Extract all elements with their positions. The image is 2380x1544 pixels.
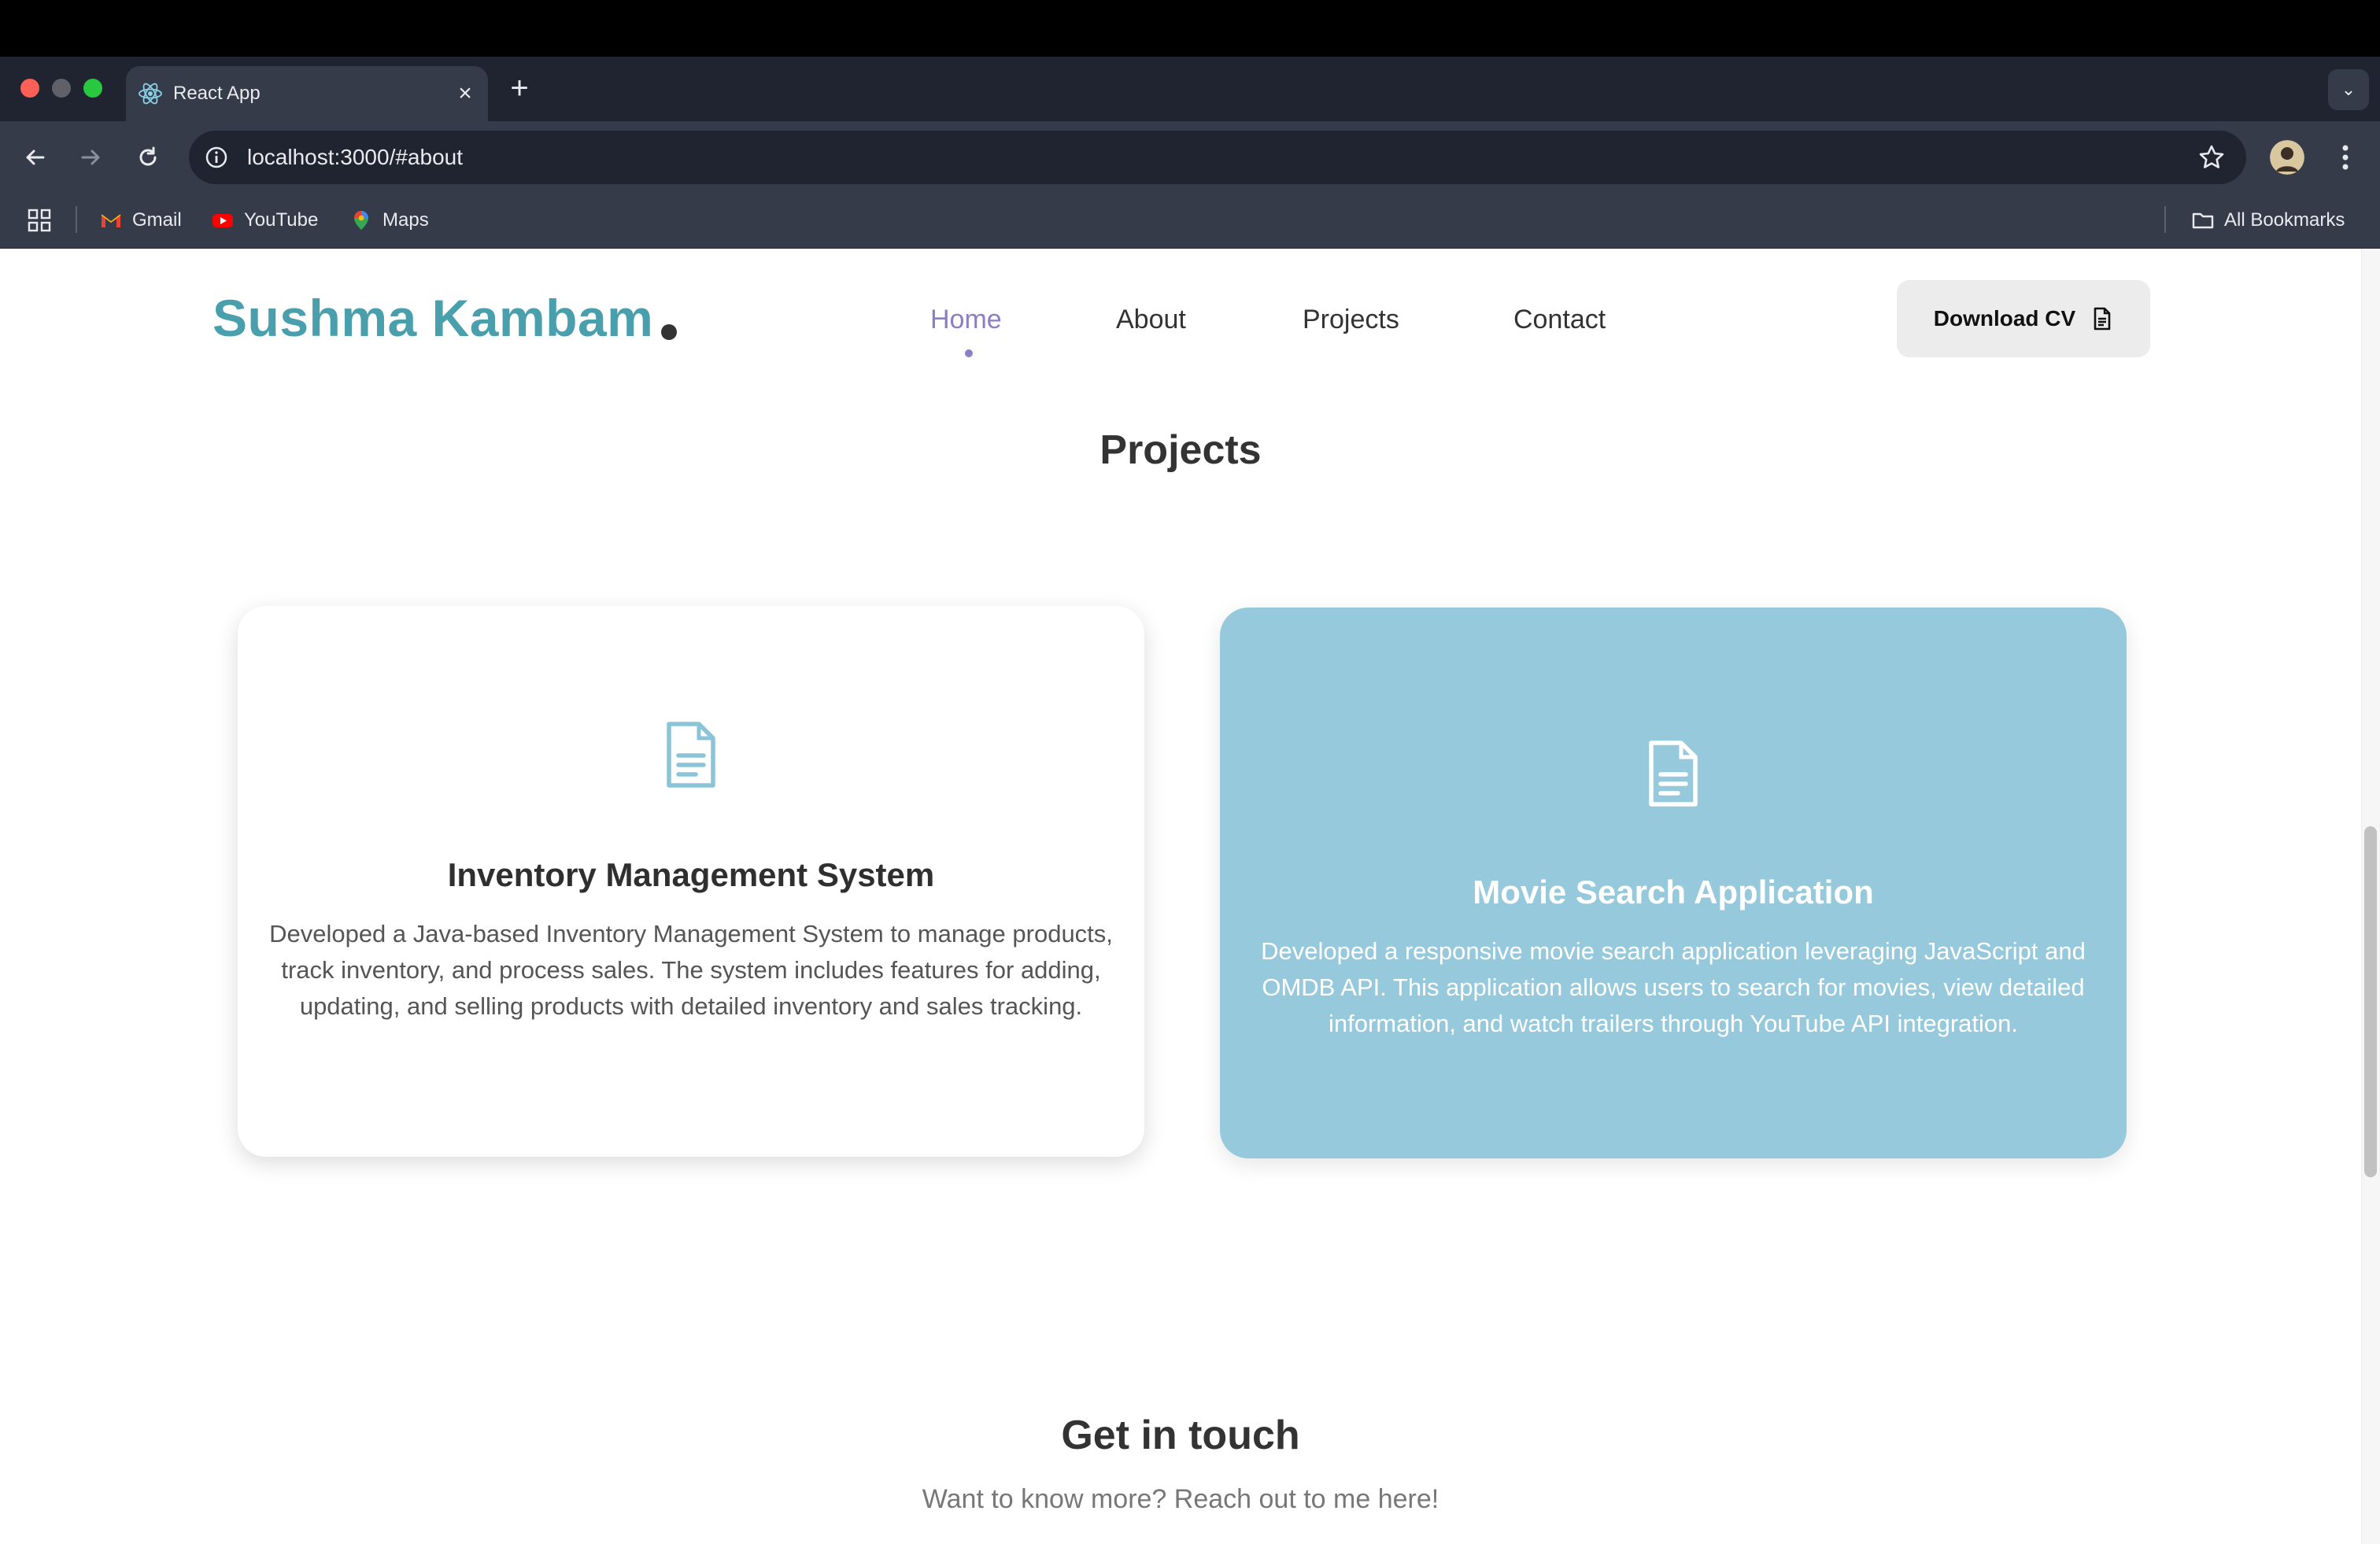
all-bookmarks-label: All Bookmarks <box>2224 209 2345 231</box>
new-tab-button[interactable]: + <box>504 69 535 107</box>
bookmark-gmail[interactable]: Gmail <box>99 205 182 236</box>
maps-pin-icon <box>354 211 368 230</box>
scrollbar-thumb[interactable] <box>2364 826 2377 1177</box>
scrollbar[interactable] <box>2361 249 2380 1544</box>
profile-avatar[interactable] <box>2270 140 2304 175</box>
folder-icon <box>2192 212 2214 229</box>
back-button[interactable] <box>16 139 54 176</box>
page-viewport: Sushma Kambam Home About Projects Contac… <box>0 249 2380 1544</box>
brand-dot <box>661 324 677 340</box>
back-arrow-icon <box>26 150 45 165</box>
apps-grid-icon[interactable] <box>27 208 52 233</box>
browser-tab[interactable]: React App × <box>126 66 488 121</box>
bookmark-maps-label: Maps <box>382 209 429 231</box>
tab-search-button[interactable]: ⌄ <box>2328 69 2369 110</box>
bookmark-gmail-label: Gmail <box>132 209 182 231</box>
document-icon <box>667 722 715 788</box>
tab-title: React App <box>173 83 261 104</box>
nav-contact[interactable]: Contact <box>1513 304 1606 335</box>
gmail-icon <box>101 214 121 227</box>
bookmark-maps[interactable]: Maps <box>349 205 429 236</box>
project-title: Movie Search Application <box>1473 874 1874 911</box>
forward-button[interactable] <box>72 139 110 176</box>
react-icon <box>139 83 162 105</box>
project-description: Developed a Java-based Inventory Managem… <box>269 920 1113 1020</box>
contact-heading: Get in touch <box>1061 1413 1300 1458</box>
minimize-window-button[interactable] <box>52 79 71 98</box>
active-indicator <box>965 349 973 357</box>
bookmark-youtube-label: YouTube <box>244 209 319 231</box>
project-card[interactable]: Inventory Management System Developed a … <box>238 606 1144 1157</box>
reload-icon <box>139 146 157 166</box>
document-icon <box>1649 741 1698 807</box>
contact-subtitle: Want to know more? Reach out to me here! <box>922 1484 1439 1514</box>
address-bar[interactable]: localhost:3000/#about <box>189 131 2246 184</box>
forward-arrow-icon <box>81 150 100 165</box>
bookmarks-separator <box>2164 206 2166 233</box>
project-description: Developed a responsive movie search appl… <box>1261 937 2086 1037</box>
close-window-button[interactable] <box>20 79 39 98</box>
projects-heading: Projects <box>1099 427 1262 473</box>
nav-about[interactable]: About <box>1116 304 1186 335</box>
bookmarks-separator <box>76 206 77 233</box>
bookmark-star-icon[interactable] <box>2197 143 2226 172</box>
nav-home[interactable]: Home <box>930 304 1002 335</box>
screen-top-bar <box>0 0 2380 57</box>
browser-menu-button[interactable] <box>2330 140 2361 175</box>
download-cv-label: Download CV <box>1933 306 2076 331</box>
youtube-icon <box>213 214 233 227</box>
download-cv-button[interactable]: Download CV <box>1897 280 2150 357</box>
zoom-window-button[interactable] <box>83 79 102 98</box>
all-bookmarks-button[interactable]: All Bookmarks <box>2191 205 2345 236</box>
url-text[interactable]: localhost:3000/#about <box>247 140 463 175</box>
close-tab-icon[interactable]: × <box>450 79 480 109</box>
nav-projects[interactable]: Projects <box>1303 304 1399 335</box>
project-card[interactable]: Movie Search Application Developed a res… <box>1220 608 2127 1158</box>
site-info-icon[interactable] <box>203 144 230 171</box>
document-icon <box>2094 307 2111 331</box>
project-title: Inventory Management System <box>447 856 935 893</box>
reload-button[interactable] <box>129 139 167 176</box>
kebab-menu-icon <box>2342 145 2349 170</box>
site-brand[interactable]: Sushma Kambam <box>213 288 653 348</box>
bookmark-youtube[interactable]: YouTube <box>211 205 318 236</box>
avatar-icon <box>2270 140 2304 175</box>
